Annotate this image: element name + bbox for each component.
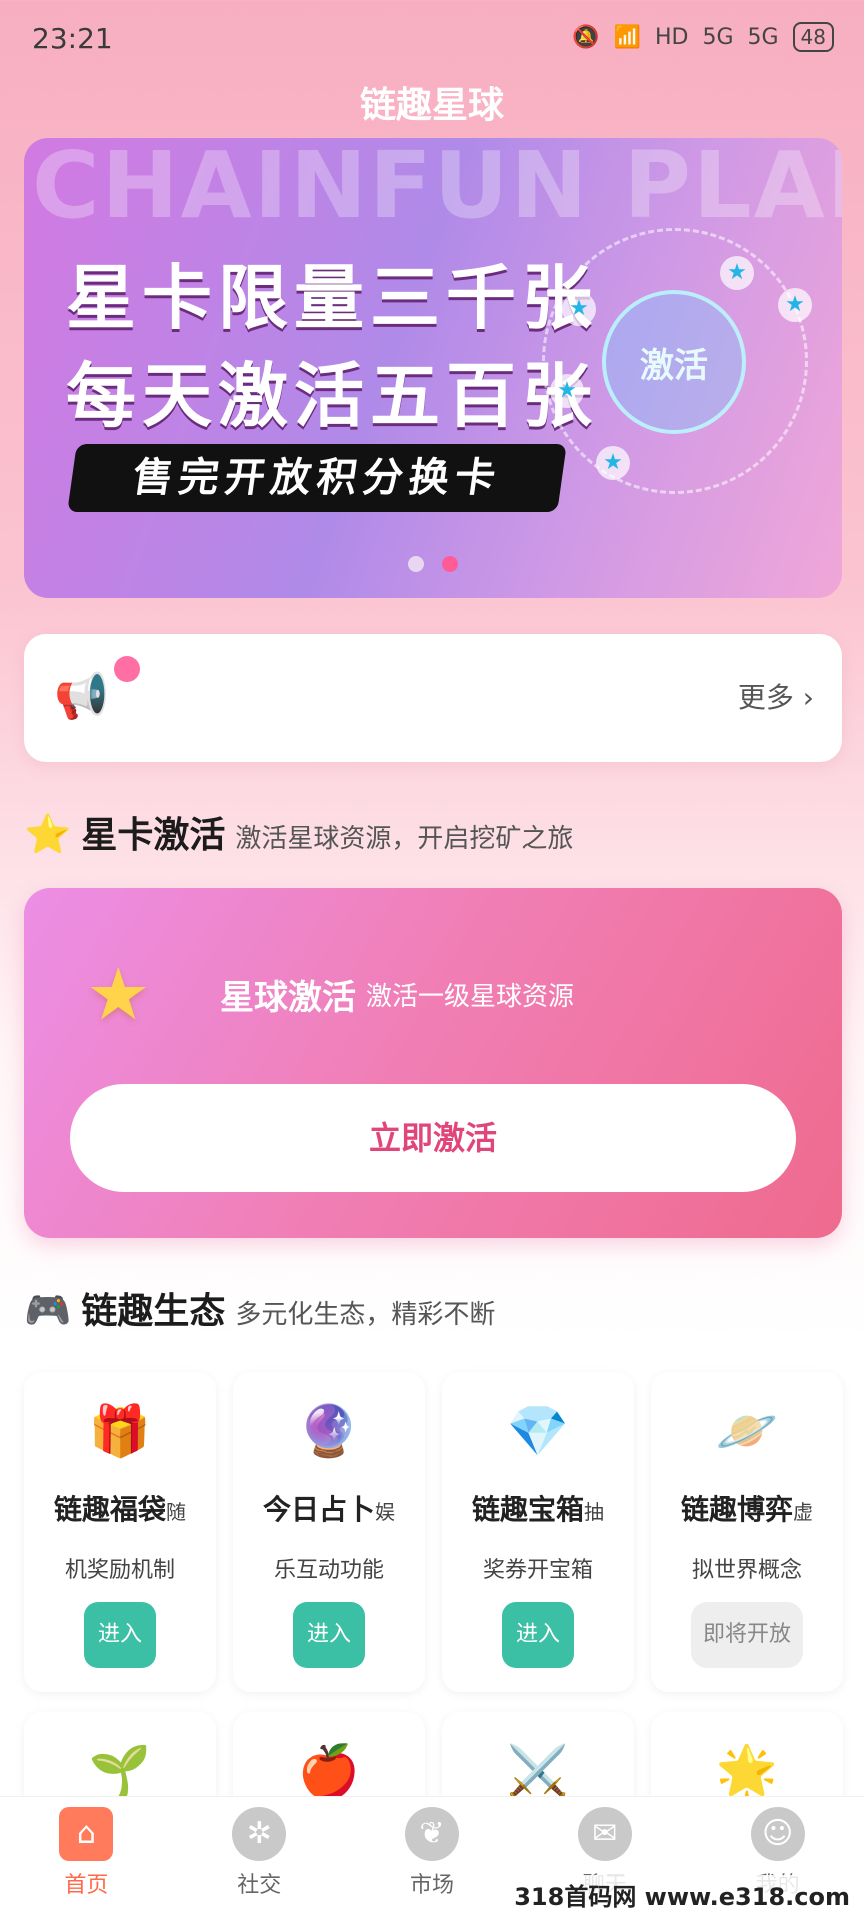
banner-pill: 售完开放积分换卡 xyxy=(67,444,567,512)
notice-bar[interactable]: 📢 更多 › xyxy=(24,634,842,762)
status-icons: 🔕 📶 HD 5G 5G 48 xyxy=(572,22,834,52)
tab-social[interactable]: ✲ 社交 xyxy=(173,1797,346,1921)
star-icon: ⭐ xyxy=(24,812,72,856)
notice-dot xyxy=(114,656,140,682)
banner-watermark: CHAINFUN PLANT xyxy=(32,138,842,239)
coming-soon-button[interactable]: 即将开放 xyxy=(691,1602,803,1668)
diamond-icon: 💎 xyxy=(506,1402,570,1460)
enter-button[interactable]: 进入 xyxy=(84,1602,156,1668)
site-watermark: 318首码网 www.e318.com xyxy=(508,1875,856,1914)
tab-home[interactable]: ⌂ 首页 xyxy=(0,1797,173,1921)
card-name: 链趣福袋随 xyxy=(53,1493,186,1526)
card-game[interactable]: 🪐 链趣博弈虚 拟世界概念 即将开放 xyxy=(651,1372,843,1692)
megaphone-icon: 📢 xyxy=(54,671,109,722)
profile-icon: ☺ xyxy=(750,1807,805,1861)
carousel-dot[interactable] xyxy=(408,556,424,572)
wifi-icon: 📶 xyxy=(613,24,641,50)
status-bar: 23:21 🔕 📶 HD 5G 5G 48 xyxy=(0,0,864,76)
star-icon: ★ xyxy=(550,374,584,408)
social-icon: ✲ xyxy=(232,1807,287,1861)
section-subtitle: 多元化生态，精彩不断 xyxy=(235,1300,496,1330)
chat-icon: ✉ xyxy=(577,1807,632,1861)
gamepad-icon: 🎮 xyxy=(24,1288,72,1332)
tab-label: 社交 xyxy=(237,1873,282,1898)
banner-line-1: 星卡限量三千张 xyxy=(66,257,598,339)
activation-subtitle: 激活一级星球资源 xyxy=(366,982,575,1012)
signal-2: 5G xyxy=(747,24,779,50)
card-name: 链趣宝箱抽 xyxy=(471,1493,604,1526)
star-icon: ★ xyxy=(596,446,630,480)
section-title: 星卡激活 xyxy=(81,815,226,856)
ecosystem-grid: 🎁 链趣福袋随 机奖励机制 进入 🔮 今日占卜娱 乐互动功能 进入 💎 链趣宝箱… xyxy=(24,1372,844,1832)
star-icon: ★ xyxy=(720,256,754,290)
activate-badge: 激活 xyxy=(602,290,746,434)
home-icon: ⌂ xyxy=(59,1807,114,1861)
card-desc: 机奖励机制 xyxy=(64,1558,175,1583)
activate-now-button[interactable]: 立即激活 xyxy=(70,1084,796,1192)
card-name: 链趣博弈虚 xyxy=(680,1493,813,1526)
star-icon: ★ xyxy=(778,288,812,322)
tab-label: 首页 xyxy=(64,1873,109,1898)
signal-1: 5G xyxy=(702,24,734,50)
tab-label: 市场 xyxy=(409,1873,454,1898)
hd-badge-1: HD xyxy=(654,24,689,50)
card-desc: 乐互动功能 xyxy=(273,1558,384,1583)
promo-banner[interactable]: CHAINFUN PLANT 星卡限量三千张 每天激活五百张 售完开放积分换卡 … xyxy=(24,138,842,598)
enter-button[interactable]: 进入 xyxy=(293,1602,365,1668)
star-icon: ★ xyxy=(562,292,596,326)
activation-card: ★ 星球激活 激活一级星球资源 立即激活 xyxy=(24,888,842,1238)
section-title: 链趣生态 xyxy=(81,1291,226,1332)
apple-icon: 🍎 xyxy=(297,1742,361,1800)
activation-title: 星球激活 xyxy=(220,978,356,1018)
glowing-star-icon: 🌟 xyxy=(715,1742,779,1800)
enter-button[interactable]: 进入 xyxy=(502,1602,574,1668)
app-title: 链趣星球 xyxy=(359,85,504,126)
swords-icon: ⚔️ xyxy=(506,1742,570,1800)
section-header-ecosystem: 🎮 链趣生态 多元化生态，精彩不断 xyxy=(24,1282,495,1334)
section-header-activation: ⭐ 星卡激活 激活星球资源，开启挖矿之旅 xyxy=(24,806,573,858)
status-time: 23:21 xyxy=(32,22,113,55)
tab-market[interactable]: ❦ 市场 xyxy=(346,1797,519,1921)
crystal-ball-icon: 🔮 xyxy=(297,1402,361,1460)
mute-icon: 🔕 xyxy=(572,24,600,50)
section-subtitle: 激活星球资源，开启挖矿之旅 xyxy=(235,824,574,854)
card-desc: 拟世界概念 xyxy=(691,1558,802,1583)
carousel-dot-active[interactable] xyxy=(442,556,458,572)
card-fortune[interactable]: 🔮 今日占卜娱 乐互动功能 进入 xyxy=(233,1372,425,1692)
card-name: 今日占卜娱 xyxy=(262,1493,395,1526)
card-lucky-bag[interactable]: 🎁 链趣福袋随 机奖励机制 进入 xyxy=(24,1372,216,1692)
star-icon: ★ xyxy=(86,952,151,1036)
battery-icon: 48 xyxy=(792,22,834,52)
market-icon: ❦ xyxy=(404,1807,459,1861)
more-link[interactable]: 更多 › xyxy=(738,676,814,716)
banner-line-2: 每天激活五百张 xyxy=(66,355,598,437)
carousel-dots xyxy=(24,556,842,572)
card-treasure-box[interactable]: 💎 链趣宝箱抽 奖券开宝箱 进入 xyxy=(442,1372,634,1692)
gift-icon: 🎁 xyxy=(88,1402,152,1460)
card-desc: 奖券开宝箱 xyxy=(482,1558,593,1583)
sprout-icon: 🌱 xyxy=(88,1742,152,1800)
planet-icon: 🪐 xyxy=(715,1402,779,1460)
